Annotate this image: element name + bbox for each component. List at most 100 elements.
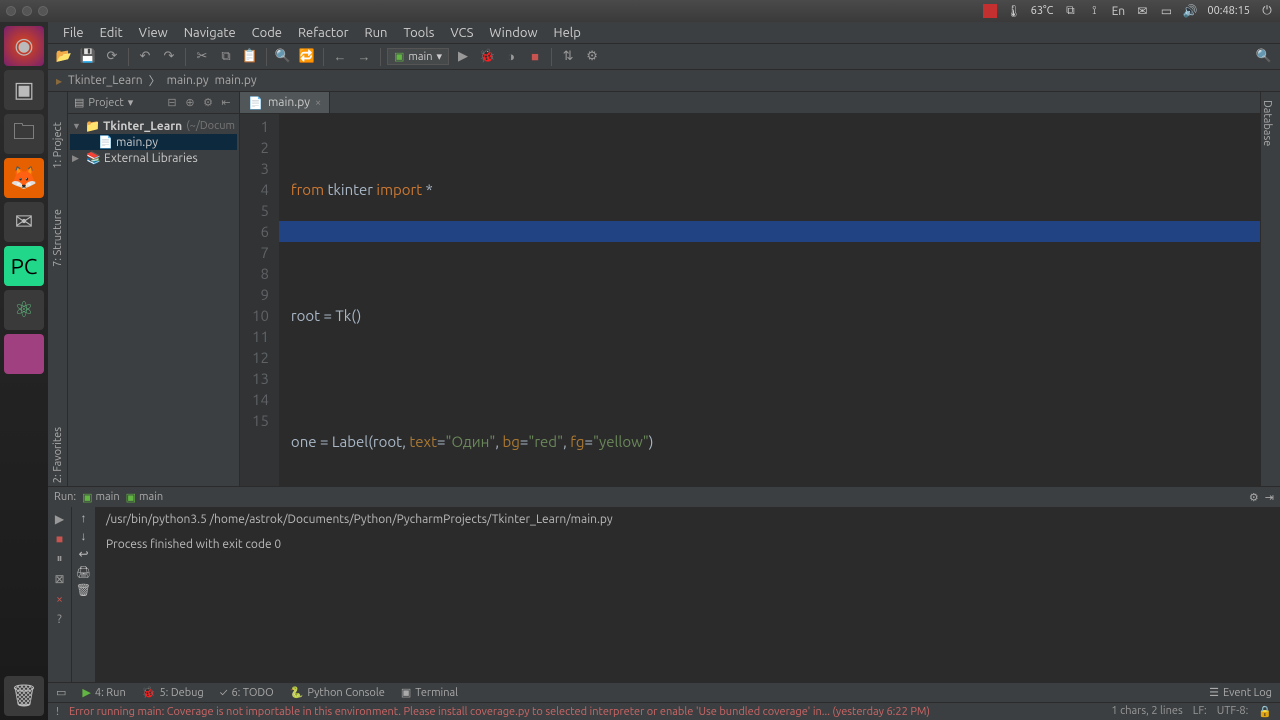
editor: 📄 main.py × 123456789101112131415 from t…: [240, 92, 1260, 486]
redo-icon[interactable]: ↷: [159, 47, 179, 67]
wifi-icon[interactable]: ⟟: [1087, 4, 1101, 18]
tab-structure[interactable]: 7: Structure: [52, 209, 64, 267]
run-config-1[interactable]: ▣main: [82, 491, 120, 504]
tab-run[interactable]: ▶4: Run: [82, 686, 125, 699]
menu-file[interactable]: File: [56, 24, 91, 42]
code[interactable]: from tkinter import * root = Tk() one = …: [279, 114, 1260, 486]
tree-file[interactable]: 📄main.py: [70, 134, 237, 150]
menu-code[interactable]: Code: [245, 24, 289, 42]
down-icon[interactable]: ↓: [81, 529, 87, 543]
menu-tools[interactable]: Tools: [396, 24, 441, 42]
left-tool-tabs: 1: Project 7: Structure 2: Favorites: [48, 92, 68, 486]
menu-run[interactable]: Run: [358, 24, 395, 42]
open-icon[interactable]: 📂: [54, 47, 74, 67]
tab-python-console[interactable]: 🐍Python Console: [290, 686, 385, 699]
status-icon[interactable]: !: [56, 706, 59, 718]
up-icon[interactable]: ↑: [81, 511, 87, 525]
wrap-icon[interactable]: ↩: [78, 547, 88, 561]
code-area[interactable]: 123456789101112131415 from tkinter impor…: [240, 114, 1260, 486]
coverage-icon[interactable]: ◑: [501, 47, 521, 67]
console[interactable]: /usr/bin/python3.5 /home/astrok/Document…: [96, 507, 1280, 682]
tab-debug[interactable]: 🐞5: Debug: [142, 686, 204, 699]
menu-window[interactable]: Window: [482, 24, 544, 42]
search-icon[interactable]: 🔍: [1254, 47, 1274, 67]
tree-root[interactable]: ▼📁Tkinter_Learn (~/Docum: [70, 118, 237, 134]
close-tab-icon[interactable]: ×: [315, 97, 321, 109]
paste-icon[interactable]: 📋: [240, 47, 260, 67]
firefox-icon[interactable]: 🦊: [4, 158, 44, 198]
menu-help[interactable]: Help: [547, 24, 588, 42]
breadcrumb-project[interactable]: Tkinter_Learn: [68, 74, 143, 87]
battery-icon[interactable]: ▭: [1159, 4, 1173, 18]
gear-icon[interactable]: ⚙: [201, 96, 215, 110]
run-config-2[interactable]: ▣main: [126, 491, 164, 504]
terminal-icon[interactable]: ▣: [4, 70, 44, 110]
find-icon[interactable]: 🔍: [273, 47, 293, 67]
status-sep[interactable]: LF:: [1193, 705, 1207, 718]
menu-vcs[interactable]: VCS: [443, 24, 480, 42]
breadcrumb: ▸ Tkinter_Learn 〉 main.pymain.py: [48, 70, 1280, 92]
pycharm-icon[interactable]: PC: [4, 246, 44, 286]
editor-tab-main[interactable]: 📄 main.py ×: [240, 92, 330, 113]
project-tree[interactable]: ▼📁Tkinter_Learn (~/Docum 📄main.py ▶📚Exte…: [68, 114, 239, 170]
stop-icon[interactable]: ■: [52, 531, 68, 547]
tab-database[interactable]: Database: [1261, 100, 1273, 146]
close-icon[interactable]: ×: [52, 591, 68, 607]
tab-todo[interactable]: ✓6: TODO: [220, 687, 274, 699]
refresh-icon[interactable]: ⟳: [102, 47, 122, 67]
gear-icon[interactable]: ⚙: [1249, 491, 1259, 504]
menu-view[interactable]: View: [132, 24, 175, 42]
run-icon[interactable]: ▶: [453, 47, 473, 67]
app-icon[interactable]: [4, 334, 44, 374]
dropbox-icon[interactable]: ⧉: [1063, 4, 1077, 18]
copy-icon[interactable]: ⧉: [216, 47, 236, 67]
help-icon[interactable]: ?: [52, 611, 68, 627]
back-icon[interactable]: ←: [330, 47, 350, 67]
chevron-down-icon[interactable]: ▾: [128, 96, 134, 109]
breadcrumb-file[interactable]: main.py: [167, 74, 209, 87]
mail-icon[interactable]: ✉: [1135, 4, 1149, 18]
tab-favorites[interactable]: 2: Favorites: [52, 427, 64, 483]
tree-external[interactable]: ▶📚External Libraries: [70, 150, 237, 166]
collapse-icon[interactable]: ⊟: [165, 96, 179, 110]
window-controls[interactable]: [6, 6, 48, 16]
rerun-icon[interactable]: ▶: [52, 511, 68, 527]
tab-event-log[interactable]: ☰Event Log: [1209, 686, 1272, 699]
lock-icon[interactable]: 🔒: [1258, 705, 1272, 718]
trash-icon[interactable]: 🗑: [4, 676, 44, 716]
vcs-icon[interactable]: ⇅: [558, 47, 578, 67]
atom-icon[interactable]: ⚛: [4, 290, 44, 330]
target-icon[interactable]: ⊕: [183, 96, 197, 110]
lang-indicator[interactable]: En: [1111, 4, 1125, 18]
debug-icon[interactable]: 🐞: [477, 47, 497, 67]
clock[interactable]: 00:48:15: [1207, 5, 1250, 17]
print-icon[interactable]: 🖨: [76, 565, 91, 579]
cut-icon[interactable]: ✂: [192, 47, 212, 67]
power-icon[interactable]: ⏻: [1260, 4, 1274, 18]
menu-edit[interactable]: Edit: [93, 24, 130, 42]
files-icon[interactable]: 🗀: [4, 114, 44, 154]
run-config-select[interactable]: ▣ main ▾: [387, 48, 449, 65]
volume-icon[interactable]: 🔊: [1183, 4, 1197, 18]
replace-icon[interactable]: 🔁: [297, 47, 317, 67]
ubuntu-dash-icon[interactable]: ◉: [4, 26, 44, 66]
status-error[interactable]: Error running main: Coverage is not impo…: [69, 706, 1101, 718]
pause-icon[interactable]: ⏸: [52, 551, 68, 567]
clear-icon[interactable]: 🗑: [76, 583, 91, 597]
bottom-tool-tabs: ▭ ▶4: Run 🐞5: Debug ✓6: TODO 🐍Python Con…: [48, 682, 1280, 702]
hide-icon[interactable]: ⇤: [219, 96, 233, 110]
exit-icon[interactable]: ⊠: [52, 571, 68, 587]
stop-icon[interactable]: ■: [525, 47, 545, 67]
tab-project[interactable]: 1: Project: [52, 122, 64, 169]
forward-icon[interactable]: →: [354, 47, 374, 67]
save-icon[interactable]: 💾: [78, 47, 98, 67]
menu-refactor[interactable]: Refactor: [291, 24, 356, 42]
tab-terminal[interactable]: ▣Terminal: [401, 686, 458, 699]
settings-icon[interactable]: ⚙: [582, 47, 602, 67]
thunderbird-icon[interactable]: ✉: [4, 202, 44, 242]
tool-tabs-toggle[interactable]: ▭: [56, 686, 66, 699]
menu-navigate[interactable]: Navigate: [177, 24, 243, 42]
hide-icon[interactable]: ⇥: [1265, 491, 1274, 504]
status-enc[interactable]: UTF-8:: [1217, 705, 1249, 718]
undo-icon[interactable]: ↶: [135, 47, 155, 67]
